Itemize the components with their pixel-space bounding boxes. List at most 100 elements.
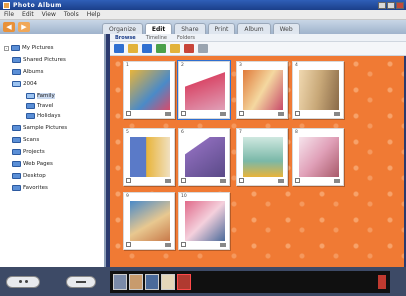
tree-item-label: Holidays [37, 113, 61, 119]
tree-item[interactable]: 2004 [12, 80, 37, 88]
thumbnail-number: 10 [181, 194, 187, 199]
app-icon [3, 1, 10, 9]
dot-icon [24, 280, 28, 283]
rating-icon [334, 179, 340, 183]
tree-item-label: My Pictures [22, 45, 54, 51]
menu-edit[interactable]: Edit [18, 11, 38, 18]
expand-icon[interactable]: - [4, 45, 9, 51]
subtab-browse[interactable]: Browse [110, 35, 141, 41]
rotate-icon[interactable] [156, 44, 166, 53]
tree-item[interactable]: Shared Pictures [12, 56, 66, 64]
folder-open-icon[interactable] [128, 44, 138, 53]
settings-icon[interactable] [198, 44, 208, 53]
minimize-icon[interactable] [378, 1, 386, 9]
tree-item[interactable]: Albums [12, 68, 44, 76]
folder-icon [26, 93, 35, 99]
filmstrip [110, 270, 390, 293]
thumbnail[interactable]: 1 [123, 61, 175, 119]
thumbnail-image [299, 70, 339, 110]
folder-icon [12, 57, 21, 63]
tree-item[interactable]: Desktop [12, 172, 46, 180]
close-icon[interactable] [396, 1, 404, 9]
tree-item-label: Travel [37, 103, 54, 109]
arrow-icon[interactable] [114, 44, 124, 53]
tab-organize[interactable]: Organize [102, 23, 143, 34]
subtab-folders[interactable]: Folders [172, 35, 200, 41]
folder-tree: - My Pictures Shared Pictures Albums 200… [0, 34, 106, 267]
tree-item[interactable]: Family [26, 92, 55, 100]
filmstrip-frame[interactable] [161, 273, 175, 290]
filmstrip-frame[interactable] [177, 273, 191, 290]
tab-web[interactable]: Web [272, 23, 300, 34]
tab-album[interactable]: Album [237, 23, 271, 34]
menu-file[interactable]: File [0, 11, 18, 18]
copy-icon[interactable] [142, 44, 152, 53]
bottom-bar [0, 267, 406, 296]
minus-button[interactable] [66, 275, 96, 288]
thumbnail-number: 9 [126, 194, 129, 199]
select-checkbox[interactable] [181, 178, 186, 183]
thumbnail[interactable]: 10 [178, 192, 230, 250]
minus-icon [76, 280, 86, 283]
back-icon[interactable]: ◀ [3, 22, 15, 32]
thumbnail-image [243, 137, 283, 177]
thumbnail-number: 8 [295, 130, 298, 135]
thumbnail[interactable]: 5 [123, 128, 175, 186]
thumbnail[interactable]: 8 [292, 128, 344, 186]
folder-icon [12, 173, 21, 179]
select-checkbox[interactable] [126, 242, 131, 247]
tree-item[interactable]: Travel [26, 102, 53, 110]
tree-item[interactable]: Sample Pictures [12, 124, 67, 132]
tree-item[interactable]: - My Pictures [4, 44, 54, 52]
subtab-timeline[interactable]: Timeline [141, 35, 172, 41]
thumbnail[interactable]: 4 [292, 61, 344, 119]
filmstrip-end-marker [378, 274, 386, 289]
thumbnail-number: 7 [239, 130, 242, 135]
tree-item[interactable]: Favorites [12, 184, 48, 192]
select-checkbox[interactable] [181, 111, 186, 116]
thumbnail-number: 5 [126, 130, 129, 135]
rating-icon [165, 179, 171, 183]
thumbnail-number: 2 [181, 63, 184, 68]
select-checkbox[interactable] [181, 242, 186, 247]
select-checkbox[interactable] [239, 111, 244, 116]
zoom-control[interactable] [6, 275, 40, 288]
tree-item[interactable]: Holidays [26, 112, 61, 120]
tree-item-label: Sample Pictures [23, 125, 68, 131]
thumbnail[interactable]: 2 [177, 60, 231, 120]
rating-icon [165, 243, 171, 247]
menu-help[interactable]: Help [83, 11, 105, 18]
tab-share[interactable]: Share [174, 23, 206, 34]
thumbnail[interactable]: 9 [123, 192, 175, 250]
tree-item[interactable]: Scans [12, 136, 39, 144]
thumbnail[interactable]: 7 [236, 128, 288, 186]
filmstrip-frame[interactable] [129, 273, 143, 290]
maximize-icon[interactable] [387, 1, 395, 9]
filmstrip-frame[interactable] [145, 273, 159, 290]
select-checkbox[interactable] [295, 111, 300, 116]
star-icon[interactable] [170, 44, 180, 53]
tab-bar: ◀ ▶ Organize Edit Share Print Album Web [0, 20, 406, 34]
folder-icon [12, 137, 21, 143]
tree-item-label: Family [37, 93, 55, 99]
thumbnail[interactable]: 3 [236, 61, 288, 119]
gallery-toolbar [110, 42, 406, 56]
thumbnail[interactable]: 6 [178, 128, 230, 186]
select-checkbox[interactable] [126, 178, 131, 183]
tree-item[interactable]: Web Pages [12, 160, 53, 168]
select-checkbox[interactable] [126, 111, 131, 116]
filmstrip-frame[interactable] [113, 273, 127, 290]
tab-print[interactable]: Print [207, 23, 236, 34]
tree-item-label: Projects [23, 149, 45, 155]
delete-icon[interactable] [184, 44, 194, 53]
menu-tools[interactable]: Tools [60, 11, 83, 18]
tree-item[interactable]: Projects [12, 148, 45, 156]
thumbnail-number: 6 [181, 130, 184, 135]
thumbnail-image [185, 137, 225, 177]
select-checkbox[interactable] [239, 178, 244, 183]
forward-icon[interactable]: ▶ [18, 22, 30, 32]
thumbnail-number: 3 [239, 63, 242, 68]
select-checkbox[interactable] [295, 178, 300, 183]
menu-view[interactable]: View [38, 11, 60, 18]
tab-edit[interactable]: Edit [144, 23, 173, 34]
